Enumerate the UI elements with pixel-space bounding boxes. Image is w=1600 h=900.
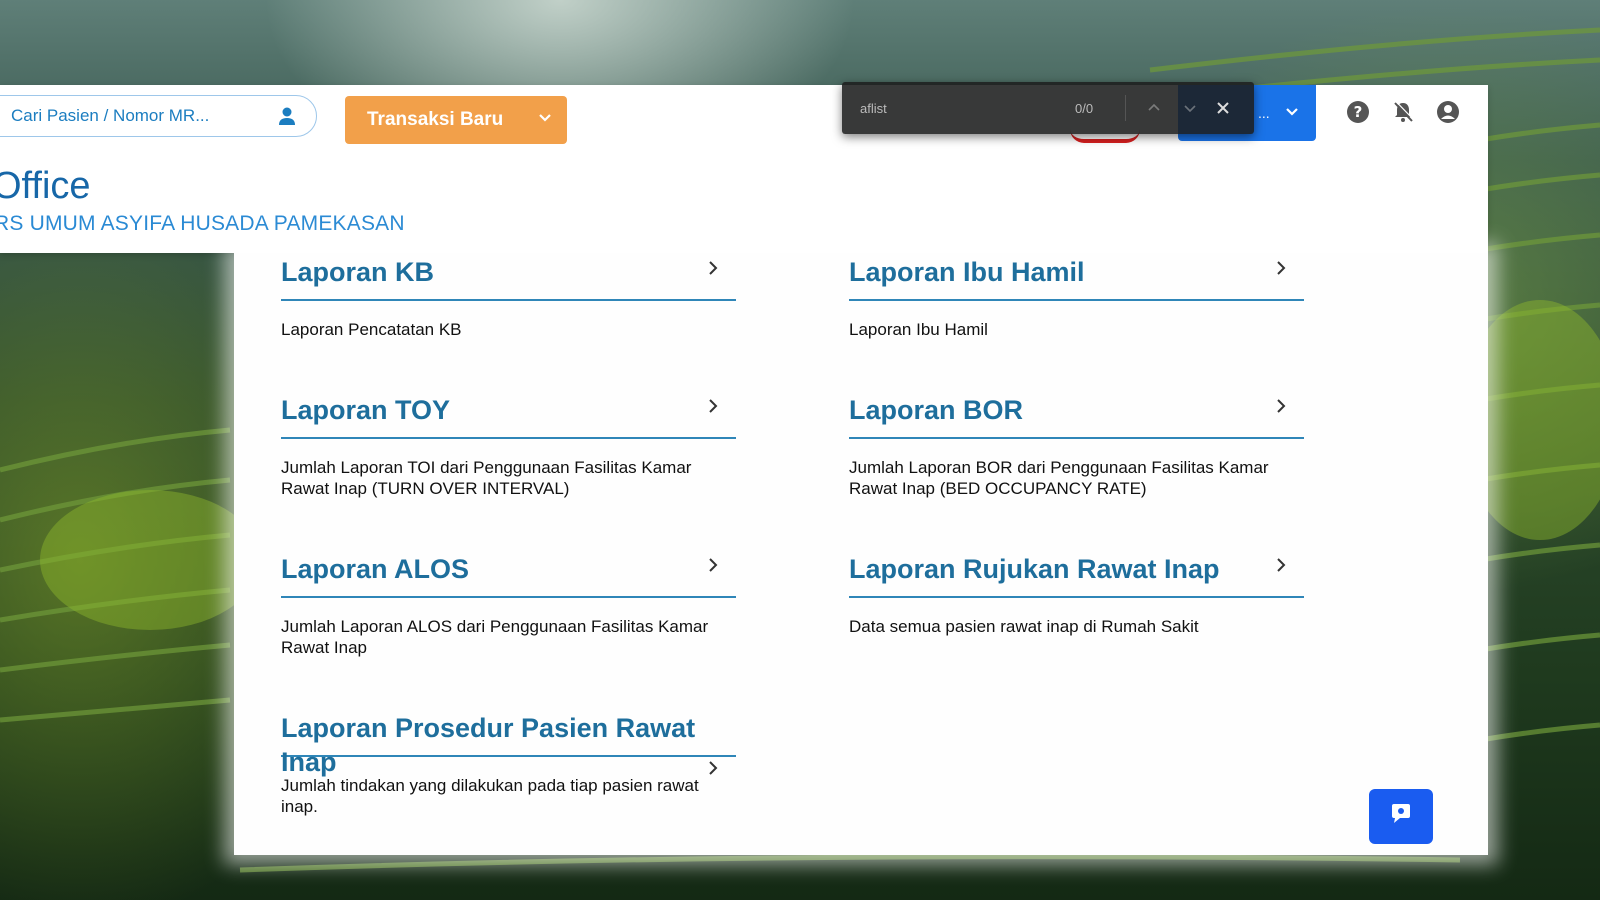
report-card-description: Jumlah Laporan ALOS dari Penggunaan Fasi… (281, 617, 709, 657)
report-list-panel: Laporan KB Laporan Pencatatan KB Laporan… (234, 253, 1488, 855)
chevron-right-icon (704, 397, 722, 415)
unit-select-label: ... (1258, 105, 1270, 121)
find-query[interactable]: aflist (860, 101, 1075, 116)
chevron-up-icon[interactable] (1136, 101, 1172, 115)
new-transaction-label: Transaksi Baru (367, 109, 504, 130)
report-card-rujukan-rawat-inap[interactable]: Laporan Rujukan Rawat Inap Data semua pa… (849, 552, 1304, 637)
report-card-description: Laporan Ibu Hamil (849, 320, 988, 339)
report-card-ibu-hamil[interactable]: Laporan Ibu Hamil Laporan Ibu Hamil (849, 255, 1304, 340)
report-card-title: Laporan Rujukan Rawat Inap (849, 554, 1220, 584)
report-card-bor[interactable]: Laporan BOR Jumlah Laporan BOR dari Peng… (849, 393, 1304, 499)
patient-search[interactable] (0, 95, 317, 137)
chat-button[interactable] (1369, 789, 1433, 844)
chevron-right-icon (704, 556, 722, 574)
chevron-right-icon (1272, 259, 1290, 277)
report-card-kb[interactable]: Laporan KB Laporan Pencatatan KB (281, 255, 736, 340)
find-count: 0/0 (1075, 100, 1094, 116)
top-bar: Transaksi Baru ... ? Office RS UMUM ASYI… (0, 85, 1488, 253)
close-icon[interactable] (1208, 101, 1238, 115)
notifications-off-icon[interactable] (1390, 99, 1415, 124)
report-card-description: Data semua pasien rawat inap di Rumah Sa… (849, 617, 1199, 636)
svg-text:?: ? (1353, 103, 1362, 121)
report-card-title: Laporan Ibu Hamil (849, 257, 1085, 287)
report-card-description: Jumlah Laporan TOI dari Penggunaan Fasil… (281, 458, 692, 498)
header-actions: ? (1345, 99, 1460, 124)
report-card-description: Jumlah Laporan BOR dari Penggunaan Fasil… (849, 458, 1269, 498)
report-card-title: Laporan KB (281, 257, 435, 287)
account-icon[interactable] (1435, 99, 1460, 124)
report-card-toy[interactable]: Laporan TOY Jumlah Laporan TOI dari Peng… (281, 393, 736, 499)
find-in-page-bar: aflist 0/0 (842, 82, 1254, 134)
chevron-down-icon (1284, 103, 1300, 124)
chevron-right-icon (704, 259, 722, 277)
report-card-alos[interactable]: Laporan ALOS Jumlah Laporan ALOS dari Pe… (281, 552, 736, 658)
report-card-title: Laporan BOR (849, 395, 1024, 425)
user-icon[interactable] (276, 105, 298, 127)
report-card-title: Laporan TOY (281, 395, 451, 425)
help-icon[interactable]: ? (1345, 99, 1370, 124)
chevron-down-icon[interactable] (1172, 101, 1208, 115)
search-input[interactable] (9, 105, 276, 127)
report-card-description: Jumlah tindakan yang dilakukan pada tiap… (281, 776, 699, 816)
chevron-right-icon (1272, 556, 1290, 574)
report-card-prosedur-pasien-rawat-inap[interactable]: Laporan Prosedur Pasien Rawat Inap Jumla… (281, 711, 736, 817)
new-transaction-button[interactable]: Transaksi Baru (345, 96, 567, 144)
chat-icon (1388, 802, 1414, 831)
hospital-name: RS UMUM ASYIFA HUSADA PAMEKASAN (0, 212, 405, 235)
find-divider (1125, 95, 1126, 121)
chevron-right-icon (704, 759, 722, 777)
chevron-right-icon (1272, 397, 1290, 415)
report-card-description: Laporan Pencatatan KB (281, 320, 462, 339)
chevron-down-icon (537, 109, 553, 131)
page-title: Office (0, 165, 91, 207)
report-card-title: Laporan Prosedur Pasien Rawat Inap (281, 713, 696, 777)
report-card-title: Laporan ALOS (281, 554, 470, 584)
